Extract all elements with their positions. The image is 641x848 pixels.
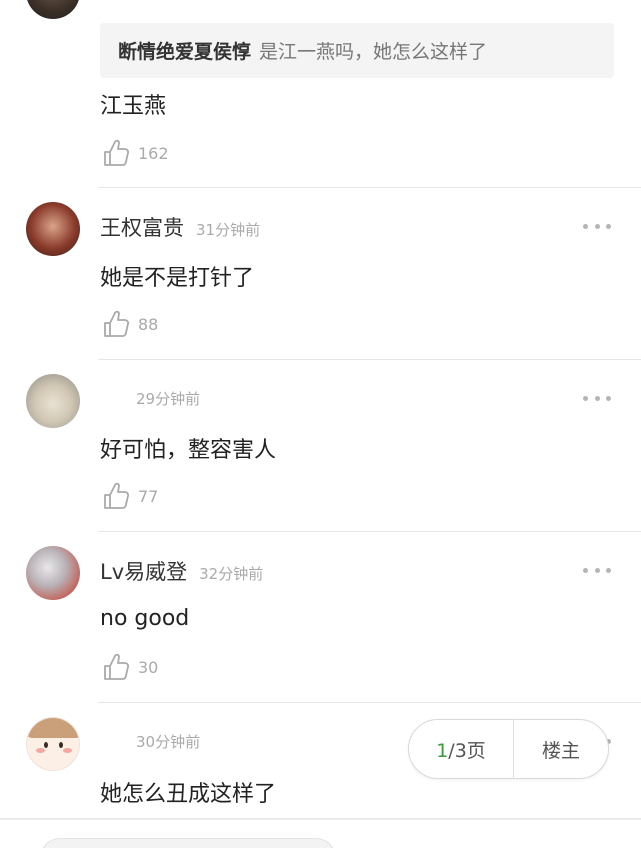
username[interactable]: 王权富贵 — [100, 212, 184, 242]
thumbs-up-icon — [104, 139, 129, 166]
avatar[interactable] — [26, 374, 80, 428]
more-options-button[interactable] — [583, 222, 611, 230]
thumbs-up-icon — [104, 482, 129, 509]
divider — [98, 187, 641, 188]
quoted-reply[interactable]: 断情绝爱夏侯惇 是江一燕吗，她怎么这样了 — [100, 23, 614, 78]
like-count: 77 — [138, 486, 159, 506]
comment-header: Lv易威登 32分钟前 — [100, 556, 263, 586]
more-dots-icon — [583, 223, 588, 229]
avatar[interactable] — [26, 202, 80, 256]
more-options-button[interactable] — [583, 566, 611, 574]
divider — [98, 531, 641, 532]
username[interactable]: Lv易威登 — [100, 556, 187, 586]
comment-text: no good — [100, 606, 190, 631]
thumbs-up-icon — [104, 653, 129, 680]
page-indicator-button[interactable]: 1/3页 — [409, 736, 513, 763]
like-button[interactable]: 77 — [102, 481, 158, 511]
op-only-button[interactable]: 楼主 — [514, 736, 608, 763]
comment-text: 她是不是打针了 — [100, 266, 255, 291]
total-pages: /3页 — [448, 739, 486, 762]
like-button[interactable]: 30 — [102, 652, 158, 682]
comment-header: 30分钟前 — [100, 731, 200, 752]
divider — [98, 702, 641, 703]
more-options-button[interactable] — [583, 394, 611, 402]
like-count: 30 — [138, 657, 159, 677]
comment-text: 她怎么丑成这样了 — [100, 782, 277, 807]
like-count: 88 — [138, 314, 159, 334]
reply-input[interactable] — [40, 838, 336, 848]
avatar[interactable] — [26, 546, 80, 600]
comment-header: 29分钟前 — [100, 388, 200, 409]
timestamp: 30分钟前 — [136, 733, 201, 751]
page-navigator: 1/3页 楼主 — [408, 719, 609, 779]
like-button[interactable]: 88 — [102, 309, 158, 339]
comment-text: 江玉燕 — [100, 94, 167, 119]
divider — [98, 359, 641, 360]
bottom-bar-divider — [0, 818, 641, 820]
avatar[interactable] — [26, 717, 80, 771]
comment-header: 王权富贵 31分钟前 — [100, 212, 260, 242]
thumbs-up-icon — [104, 310, 129, 337]
current-page: 1 — [436, 739, 449, 762]
like-button[interactable]: 162 — [102, 138, 169, 168]
more-dots-icon — [583, 395, 588, 401]
timestamp: 32分钟前 — [199, 565, 264, 583]
timestamp: 31分钟前 — [196, 221, 261, 239]
avatar[interactable] — [26, 0, 80, 19]
comment-text: 好可怕，整容害人 — [100, 438, 277, 463]
timestamp: 29分钟前 — [136, 390, 201, 408]
quoted-text: 是江一燕吗，她怎么这样了 — [259, 41, 488, 63]
quoted-username[interactable]: 断情绝爱夏侯惇 — [118, 37, 251, 64]
like-count: 162 — [138, 143, 169, 163]
more-dots-icon — [583, 567, 588, 573]
